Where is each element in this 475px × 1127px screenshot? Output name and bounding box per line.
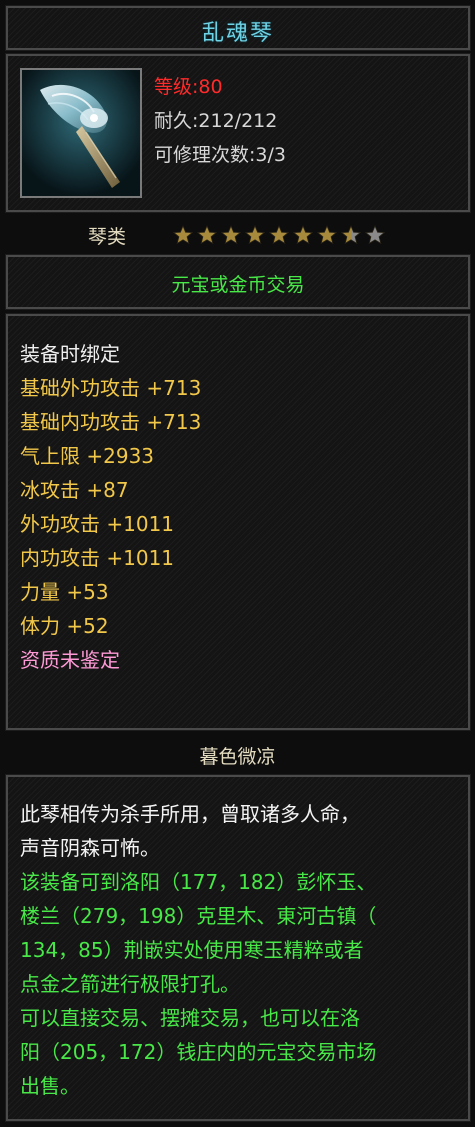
- star-filled-icon: [197, 225, 217, 245]
- item-durability: 耐久:212/212: [154, 110, 278, 132]
- item-level: 等级:80: [154, 76, 223, 98]
- description-line: 134，85）荆嵌实处使用寒玉精粹或者: [20, 938, 364, 962]
- attribute-line: 内功攻击 +1011: [20, 546, 175, 570]
- attribute-line: 体力 +52: [20, 614, 109, 638]
- description-line: 可以直接交易、摆摊交易，也可以在洛: [20, 1006, 360, 1030]
- set-name: 暮色微凉: [199, 746, 276, 768]
- star-half-icon: [341, 225, 361, 245]
- item-repair-count: 可修理次数:3/3: [154, 144, 286, 166]
- attribute-line: 力量 +53: [20, 580, 109, 604]
- attribute-line: 外功攻击 +1011: [20, 512, 175, 536]
- description-line: 点金之箭进行极限打孔。: [20, 972, 240, 996]
- attributes-section: 装备时绑定基础外功攻击 +713 基础内功攻击 +713 气上限 +2933 冰攻击 …: [5, 313, 471, 731]
- star-filled-icon: [317, 225, 337, 245]
- star-filled-icon: [173, 225, 193, 245]
- attribute-line: 基础内功攻击 +713: [20, 410, 202, 434]
- attribute-line: 资质未鉴定: [20, 648, 120, 672]
- description-line: 出售。: [20, 1074, 80, 1098]
- set-name-row: 暮色微凉: [0, 736, 475, 772]
- description-line: 声音阴森可怖。: [20, 836, 160, 860]
- item-info-section: 等级:80 耐久:212/212 可修理次数:3/3: [5, 53, 471, 213]
- star-filled-icon: [221, 225, 241, 245]
- description-line: 楼兰（279，198）克里木、東河古镇（: [20, 904, 377, 928]
- item-tooltip-panel: 乱魂琴 等级:80 耐久:212/212 可修理次数:3/3 琴类 元宝或金币交…: [0, 0, 475, 1127]
- attribute-line: 装备时绑定: [20, 342, 120, 366]
- attribute-line: 气上限 +2933: [20, 444, 155, 468]
- category-row: 琴类: [0, 216, 475, 254]
- attribute-line: 冰攻击 +87: [20, 478, 129, 502]
- item-category: 琴类: [88, 226, 127, 248]
- description-line: 阳（205，172）钱庄内的元宝交易市场: [20, 1040, 377, 1064]
- star-empty-icon: [365, 225, 385, 245]
- star-filled-icon: [245, 225, 265, 245]
- guqin-instrument-icon: [20, 68, 142, 198]
- trade-mode: 元宝或金币交易: [171, 274, 305, 296]
- description-line: 该装备可到洛阳（177，182）彭怀玉、: [20, 870, 377, 894]
- item-title-bar: 乱魂琴: [5, 5, 471, 51]
- trade-mode-section: 元宝或金币交易: [5, 254, 471, 310]
- description-line: 此琴相传为杀手所用，曾取诸多人命，: [20, 802, 360, 826]
- star-filled-icon: [269, 225, 289, 245]
- star-filled-icon: [293, 225, 313, 245]
- attribute-line: 基础外功攻击 +713: [20, 376, 202, 400]
- description-section: 此琴相传为杀手所用，曾取诸多人命， 声音阴森可怖。该装备可到洛阳（177，182）…: [5, 774, 471, 1122]
- item-name: 乱魂琴: [201, 21, 274, 46]
